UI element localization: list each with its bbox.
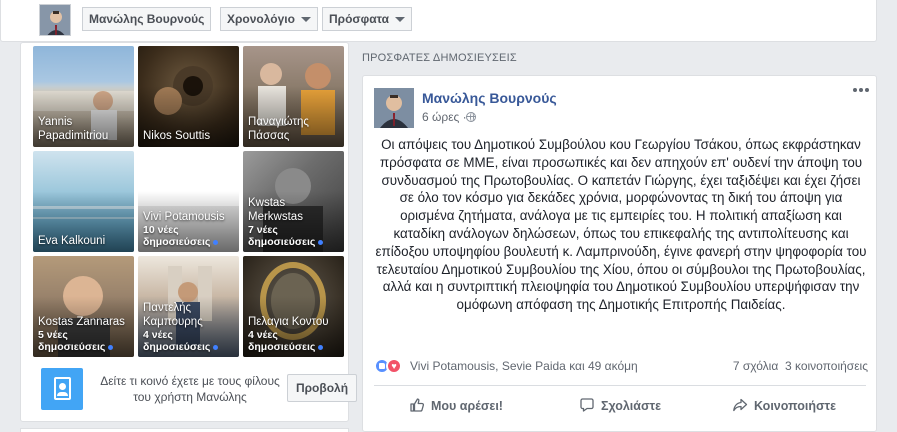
friend-name: Παντελής Καμπουρης 4 νέες δημοσιεύσεις — [143, 301, 235, 353]
comment-label: Σχολιάστε — [600, 399, 662, 413]
recent-label: Πρόσφατα — [329, 12, 389, 26]
share-icon — [733, 399, 748, 412]
timeline-dropdown[interactable]: Χρονολόγιο — [220, 7, 318, 31]
new-posts-dot — [318, 344, 324, 350]
reactions-bar: ♥ Vivi Potamousis, Sevie Paida και 49 ακ… — [374, 356, 868, 376]
friend-tile[interactable]: Vivi Potamousis 10 νέες δημοσιεύσεις — [138, 151, 239, 252]
friend-name: Πελαγια Κοντου 4 νέες δημοσιεύσεις — [248, 316, 329, 353]
share-label: Κοινοποιήστε — [753, 399, 837, 413]
reactions-summary[interactable]: Vivi Potamousis, Sevie Paida και 49 ακόμ… — [410, 359, 638, 373]
post-author-link[interactable]: Μανώλης Βουρνούς — [422, 90, 557, 106]
friend-name: Nikos Souttis — [143, 130, 211, 142]
divider — [374, 385, 866, 386]
timeline-label: Χρονολόγιο — [227, 12, 295, 26]
share-button[interactable]: Κοινοποιήστε — [702, 390, 866, 422]
friend-tile[interactable]: Nikos Souttis — [138, 46, 239, 147]
friend-name: Yannis Papadimitriou — [38, 116, 109, 142]
author-avatar[interactable] — [374, 88, 414, 128]
friend-tile[interactable]: Kostas Zannaras 5 νέες δημοσιεύσεις — [33, 256, 134, 357]
friends-card-icon — [41, 368, 83, 410]
new-posts-dot — [318, 239, 324, 245]
friend-tile[interactable]: Παντελής Καμπουρης 4 νέες δημοσιεύσεις — [138, 256, 239, 357]
chevron-down-icon — [395, 17, 405, 23]
profile-nav-bar: Μανώλης Βουρνούς Χρονολόγιο Πρόσφατα — [0, 0, 877, 42]
author-avatar-image — [374, 88, 414, 128]
recent-posts-heading: ΠΡΟΣΦΑΤΕΣ ΔΗΜΟΣΙΕΥΣΕΙΣ — [362, 52, 517, 64]
comment-icon — [580, 398, 594, 412]
post-actions: Μου αρέσει! Σχολιάστε Κοινοποιήστε — [374, 390, 866, 422]
next-panel — [20, 428, 349, 432]
profile-name-button[interactable]: Μανώλης Βουρνούς — [82, 7, 212, 31]
friend-tile[interactable]: Kwstas Merkwstas 7 νέες δημοσιεύσεις — [243, 151, 344, 252]
globe-icon — [466, 112, 476, 122]
friend-tile[interactable]: Παναγιώτης Πάσσας — [243, 46, 344, 147]
friend-tile[interactable]: Eva Kalkouni — [33, 151, 134, 252]
like-label: Μου αρέσει! — [431, 399, 503, 413]
friend-name: Παναγιώτης Πάσσας — [248, 116, 309, 142]
thumbs-up-icon — [410, 398, 425, 412]
post-card: Μανώλης Βουρνούς 6 ώρες · Οι απόψεις του… — [362, 75, 877, 432]
friend-tile[interactable]: Yannis Papadimitriou — [33, 46, 134, 147]
mutual-friends-cta: Δείτε τι κοινό έχετε με τους φίλους του … — [39, 365, 357, 415]
recent-dropdown[interactable]: Πρόσφατα — [322, 7, 412, 31]
new-posts-dot — [108, 344, 114, 350]
new-posts-dot — [213, 344, 219, 350]
friend-name: Kwstas Merkwstas 7 νέες δημοσιεύσεις — [248, 196, 340, 248]
friends-grid: Yannis Papadimitriou Nikos Souttis Παναγ… — [33, 46, 344, 357]
engagement-counts: 7 σχόλια 3 κοινοποιήσεις — [733, 359, 868, 373]
friend-tile[interactable]: Πελαγια Κοντου 4 νέες δημοσιεύσεις — [243, 256, 344, 357]
mutual-friends-text: Δείτε τι κοινό έχετε με τους φίλους του … — [100, 374, 280, 404]
like-button[interactable]: Μου αρέσει! — [374, 390, 538, 422]
friend-name: Vivi Potamousis 10 νέες δημοσιεύσεις — [143, 211, 225, 248]
friends-panel: Yannis Papadimitriou Nikos Souttis Παναγ… — [20, 42, 357, 422]
love-reaction-icon: ♥ — [386, 358, 402, 374]
chevron-down-icon — [300, 17, 311, 23]
profile-avatar-image — [40, 5, 70, 35]
comments-count[interactable]: 7 σχόλια — [733, 359, 778, 373]
post-timestamp[interactable]: 6 ώρες · — [422, 110, 467, 124]
shares-count[interactable]: 3 κοινοποιήσεις — [785, 359, 868, 373]
friend-name: Kostas Zannaras 5 νέες δημοσιεύσεις — [38, 316, 125, 353]
view-button[interactable]: Προβολή — [287, 374, 357, 402]
profile-avatar[interactable] — [39, 4, 71, 36]
profile-name-label: Μανώλης Βουρνούς — [89, 12, 205, 26]
new-posts-dot — [213, 239, 219, 245]
more-options-icon[interactable] — [853, 88, 871, 96]
post-body: Οι απόψεις του Δημοτικού Συμβούλου κου Γ… — [375, 137, 867, 313]
comment-button[interactable]: Σχολιάστε — [538, 390, 702, 422]
friend-name: Eva Kalkouni — [38, 235, 106, 247]
